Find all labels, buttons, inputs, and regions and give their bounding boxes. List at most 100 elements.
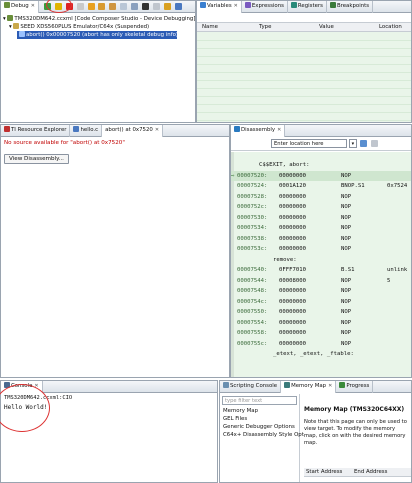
tree-item-emulator[interactable]: ▾ SEED XDS560PLUS Emulator/C64x (Suspend… [1,23,195,31]
chevron-down-icon[interactable]: ▾ [348,139,357,148]
close-icon[interactable]: ✕ [234,3,238,9]
column-location[interactable]: Location [379,23,402,32]
tab-expressions[interactable]: Expressions [242,1,288,13]
step-return-icon[interactable] [109,3,117,10]
list-item[interactable]: Generic Debugger Options [220,423,299,431]
debug-view: Debug ✕ ▾ TMS320DM642.ccxml [Code Compose… [0,0,196,123]
expressions-icon [244,2,251,8]
column-end-address[interactable]: End Address [354,468,387,477]
console-output: Hello World! [4,404,48,411]
connect-icon[interactable] [174,3,182,10]
editor-tabbar: TI Resource Explorer hello.c abort() at 0x… [1,125,229,137]
close-icon[interactable]: ✕ [31,3,35,9]
tab-progress[interactable]: Progress [336,381,374,393]
disassembly-row[interactable]: 00007544: 00008000 NOP 5 [231,276,411,287]
tab-disassembly[interactable]: Disassembly ✕ [231,125,286,137]
disassembly-label-row[interactable]: _etext, _etext, _ftable: [231,349,411,360]
disassembly-row[interactable]: 00007530: 00000000 NOP [231,213,411,224]
tab-breakpoints[interactable]: Breakpoints [327,1,374,13]
list-item[interactable]: C64x+ Disassembly Style Opt [220,431,304,439]
tab-debug[interactable]: Debug ✕ [1,1,39,13]
resume-icon[interactable] [43,3,51,10]
gear-icon[interactable] [153,3,161,10]
debug-tabbar: Debug ✕ [1,1,195,13]
close-icon[interactable]: ✕ [34,383,38,389]
step-into-icon[interactable] [87,3,95,10]
tree-item-stack-frame[interactable]: abort() 0x00007520 (abort has only skele… [17,31,178,39]
disassembly-row[interactable]: 00007558: 00000000 NOP [231,328,411,339]
tab-hello-c[interactable]: hello.c [70,125,103,137]
thread-icon [13,23,20,29]
variables-toolbar [197,13,411,23]
target-icon[interactable] [164,3,171,10]
tab-abort[interactable]: abort() at 0x7520 ✕ [102,125,164,137]
disassembly-row[interactable]: 0000754c: 00000000 NOP [231,297,411,308]
disassembly-current-row[interactable]: ⇨ 00007520: 00000000 NOP [231,170,411,181]
ti-icon [4,126,10,132]
registers-icon [290,2,297,8]
suspend-icon[interactable] [54,3,62,10]
no-source-message: No source available for "abort() at 0x75… [4,140,125,146]
variables-tabbar: Variables ✕ Expressions Registers Breakpoint… [197,1,411,13]
reset-icon[interactable] [131,3,139,10]
memory-map-view: Scripting Console Memory Map ✕ Progress typ… [219,380,412,483]
tab-registers[interactable]: Registers [288,1,327,13]
disassembly-row[interactable]: 00007528: 00000000 NOP [231,192,411,203]
bug-icon [4,2,10,8]
disassembly-label-row[interactable]: C$$EXIT, abort: [231,160,411,171]
column-start-address[interactable]: Start Address [306,468,342,477]
variables-view: Variables ✕ Expressions Registers Breakpoint… [196,0,412,123]
filter-input[interactable]: type filter text [222,396,297,405]
disassembly-view: Disassembly ✕ Enter location here ▾ C$$EX… [230,124,412,378]
debug-toolbar [43,3,183,10]
memory-map-icon [284,382,291,388]
disassembly-row[interactable]: 00007548: 00000000 NOP [231,286,411,297]
tab-memory-map[interactable]: Memory Map ✕ [281,381,337,393]
console-tabbar: Console ✕ [1,381,217,393]
disconnect-icon[interactable] [76,3,84,10]
step-over-icon[interactable] [98,3,106,10]
terminate-icon[interactable] [65,3,73,10]
column-value[interactable]: Value [319,23,334,32]
disassembly-row[interactable]: 00007550: 00000000 NOP [231,307,411,318]
console-icon [4,382,10,388]
tab-variables[interactable]: Variables ✕ [197,1,242,13]
tab-scripting-console[interactable]: Scripting Console [220,381,282,393]
close-icon[interactable]: ✕ [328,383,332,389]
load-program-icon[interactable] [142,3,150,10]
tab-console[interactable]: Console ✕ [1,381,43,393]
console-view: Console ✕ TMS320DM642.ccxml:CIO Hello Wor… [0,380,218,483]
disassembly-tabbar: Disassembly ✕ [231,125,411,137]
disassembly-row[interactable]: 00007524: 0001A120 BNOP.S1 0x7524 [231,181,411,192]
close-icon[interactable]: ✕ [155,127,159,133]
variables-grid [197,33,411,122]
close-icon[interactable]: ✕ [277,127,281,133]
script-icon [223,382,229,388]
progress-icon [339,382,346,388]
column-type[interactable]: Type [259,23,271,32]
column-name[interactable]: Name [202,23,218,32]
variables-header: Name Type Value Location [197,23,411,32]
disassembly-row[interactable]: 00007534: 00000000 NOP [231,223,411,234]
memory-map-table-header: Start Address End Address [304,468,411,477]
view-disassembly-button[interactable]: View Disassembly... [4,154,69,164]
link-icon[interactable] [370,140,378,147]
disassembly-row[interactable]: 0000755c: 00000000 NOP [231,339,411,350]
disassembly-row[interactable]: 00007540: 0FFF7010 B.S1 unlink [231,265,411,276]
disassembly-row[interactable]: 00007538: 00000000 NOP [231,234,411,245]
disassembly-row[interactable]: 00007554: 00000000 NOP [231,318,411,329]
disassembly-label-row[interactable]: remove: [231,255,411,266]
location-input[interactable]: Enter location here [271,139,347,148]
list-item[interactable]: Memory Map [220,407,299,415]
disassembly-location-bar: Enter location here ▾ [231,137,411,151]
list-item[interactable]: GEL Files [220,415,299,423]
go-icon[interactable] [359,140,367,147]
current-instruction-icon: ⇨ [231,172,235,179]
session-icon [7,15,14,21]
disassembly-row[interactable]: 0000752c: 00000000 NOP [231,202,411,213]
tab-resource-explorer[interactable]: TI Resource Explorer [1,125,71,137]
disassembly-row[interactable]: 0000753c: 00000000 NOP [231,244,411,255]
breakpoints-icon [329,2,336,8]
tree-item-session[interactable]: ▾ TMS320DM642.ccxml [Code Composer Studi… [1,15,195,23]
restart-icon[interactable] [120,3,128,10]
